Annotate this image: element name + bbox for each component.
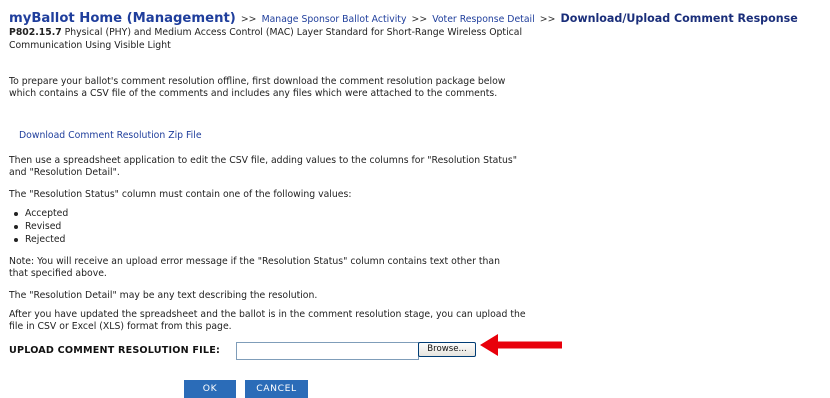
page-title: Download/Upload Comment Response <box>560 12 798 25</box>
upload-label: UPLOAD COMMENT RESOLUTION FILE: <box>9 345 221 356</box>
cancel-button[interactable]: CANCEL <box>245 380 308 398</box>
page: myBallot Home (Management) >> Manage Spo… <box>0 0 830 398</box>
status-values-list: Accepted Revised Rejected <box>9 207 68 246</box>
intro-text: To prepare your ballot's comment resolut… <box>9 76 506 99</box>
standard-id: P802.15.7 <box>9 27 62 38</box>
upload-instructions-text: After you have updated the spreadsheet a… <box>9 309 526 332</box>
status-values-intro: The "Resolution Status" column must cont… <box>9 189 352 200</box>
list-item: Revised <box>9 220 68 233</box>
breadcrumb-voter-link[interactable]: Voter Response Detail <box>432 14 534 25</box>
breadcrumb-manage-link[interactable]: Manage Sponsor Ballot Activity <box>262 14 407 25</box>
browse-button[interactable]: Browse... <box>418 342 476 357</box>
breadcrumb: myBallot Home (Management) >> Manage Spo… <box>9 9 830 28</box>
standard-heading: P802.15.7 Physical (PHY) and Medium Acce… <box>9 27 569 52</box>
red-arrow-icon <box>480 334 562 356</box>
detail-note-text: The "Resolution Detail" may be any text … <box>9 290 318 301</box>
edit-instructions-text: Then use a spreadsheet application to ed… <box>9 155 517 178</box>
list-item: Accepted <box>9 207 68 220</box>
note-text: Note: You will receive an upload error m… <box>9 256 500 279</box>
breadcrumb-home-link[interactable]: myBallot Home (Management) <box>9 11 236 26</box>
breadcrumb-separator: >> <box>411 14 428 25</box>
standard-title: Physical (PHY) and Medium Access Control… <box>9 27 523 51</box>
list-item: Rejected <box>9 233 68 246</box>
breadcrumb-separator: >> <box>539 14 556 25</box>
breadcrumb-separator: >> <box>240 14 257 25</box>
upload-file-input[interactable] <box>236 342 419 360</box>
download-zip-link[interactable]: Download Comment Resolution Zip File <box>19 130 202 142</box>
ok-button[interactable]: OK <box>184 380 236 398</box>
